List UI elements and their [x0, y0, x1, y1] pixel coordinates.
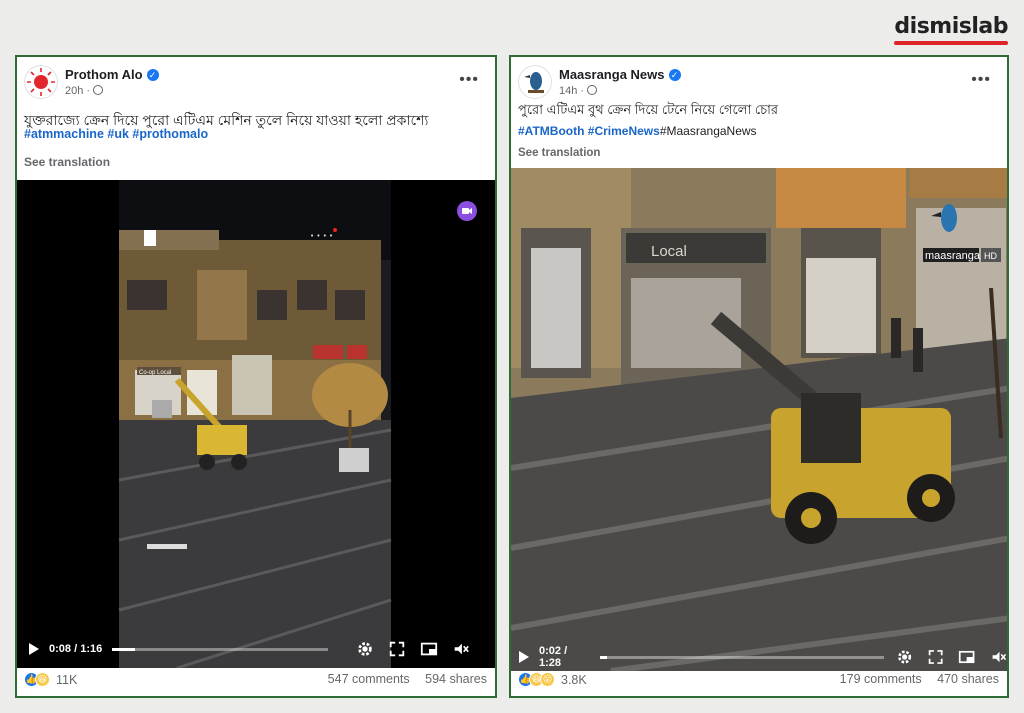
video-camera-icon	[462, 208, 472, 214]
video-player[interactable]: Local maasranga HD 0:02 / 1:28	[511, 168, 1007, 671]
reactions-summary[interactable]: 👍 😆 😮 3.8K	[518, 672, 587, 687]
post-stats: 179 comments 470 shares	[828, 672, 999, 686]
watermark-text: maasranga	[925, 250, 981, 262]
globe-icon	[93, 85, 104, 95]
hashtag-link[interactable]: #uk	[107, 127, 129, 141]
store-sign: Local	[651, 243, 687, 260]
page-name[interactable]: Prothom Alo ✓	[65, 67, 159, 82]
reactions-summary[interactable]: 👍 😆 11K	[24, 672, 77, 687]
shares-count[interactable]: 470 shares	[937, 672, 999, 686]
video-progress-bar[interactable]	[112, 647, 329, 651]
play-icon[interactable]	[29, 643, 39, 655]
store-sign: Co-op Local	[139, 370, 171, 376]
watermark-badge: HD	[984, 251, 997, 261]
post-time[interactable]: 20h ·	[65, 85, 104, 97]
maasranga-avatar[interactable]	[518, 65, 552, 99]
haha-icon: 😆	[35, 672, 50, 687]
verified-icon: ✓	[146, 69, 159, 81]
settings-icon[interactable]	[356, 640, 374, 658]
brand-underline	[894, 41, 1008, 45]
wow-icon: 😮	[540, 672, 555, 687]
see-translation-link[interactable]: See translation	[24, 155, 110, 169]
video-progress-fill	[600, 655, 607, 659]
svg-text:• • • •: • • • •	[310, 232, 333, 240]
mute-icon[interactable]	[452, 640, 470, 658]
comments-count[interactable]: 179 comments	[840, 672, 922, 686]
hashtags: #atmmachine #uk #prothomalo	[24, 127, 208, 141]
globe-icon	[587, 85, 598, 95]
see-translation-link[interactable]: See translation	[518, 147, 600, 159]
shares-count[interactable]: 594 shares	[425, 672, 487, 686]
hashtags: #ATMBooth #CrimeNews#MaasrangaNews	[518, 124, 757, 138]
post-time[interactable]: 14h ·	[559, 85, 598, 97]
pip-icon[interactable]	[420, 640, 438, 658]
prothom-alo-avatar[interactable]	[24, 65, 58, 99]
reactions-count: 3.8K	[561, 672, 587, 687]
video-controls: 0:08 / 1:16	[17, 634, 495, 664]
post-header: Prothom Alo ✓ 20h · •••	[17, 57, 495, 107]
hashtag-link[interactable]: #atmmachine	[24, 127, 104, 141]
post-header: Maasranga News ✓ 14h · •••	[511, 57, 1007, 107]
hashtag-link[interactable]: #CrimeNews	[588, 124, 660, 138]
more-icon[interactable]: •••	[971, 71, 991, 89]
play-icon[interactable]	[519, 651, 529, 663]
video-camera-badge[interactable]	[457, 201, 477, 221]
post-maasranga-news: Maasranga News ✓ 14h · ••• পুরো এটিএম বুথ…	[509, 55, 1009, 698]
post-caption: পুরো এটিএম বুথ ক্রেন দিয়ে টেনে নিয়ে গে…	[518, 102, 779, 117]
more-icon[interactable]: •••	[459, 71, 479, 89]
video-frame: Co-op Local • • • •	[118, 180, 392, 668]
hashtag-link[interactable]: #prothomalo	[132, 127, 208, 141]
video-progress-fill	[112, 647, 135, 651]
video-progress-bar[interactable]	[600, 655, 884, 659]
video-time: 0:08 / 1:16	[49, 643, 103, 655]
comments-count[interactable]: 547 comments	[328, 672, 410, 686]
post-footer: 👍 😆 😮 3.8K 179 comments 470 shares	[511, 664, 1007, 696]
video-player[interactable]: Co-op Local • • • • 0:08 / 1:16	[17, 180, 495, 668]
post-prothom-alo: Prothom Alo ✓ 20h · ••• যুক্তরাজ্যে ক্রেন…	[15, 55, 497, 698]
post-footer: 👍 😆 11K 547 comments 594 shares	[17, 664, 495, 696]
video-frame: Local maasranga HD	[511, 168, 1007, 671]
dismislab-logo: dismislab	[894, 14, 1008, 45]
verified-icon: ✓	[668, 69, 681, 81]
post-stats: 547 comments 594 shares	[316, 672, 487, 686]
reactions-count: 11K	[56, 672, 78, 687]
hashtag-link[interactable]: #ATMBooth	[518, 124, 584, 138]
hashtag-plain[interactable]: #MaasrangaNews	[660, 124, 757, 138]
page-name[interactable]: Maasranga News ✓	[559, 67, 681, 82]
fullscreen-icon[interactable]	[388, 640, 406, 658]
brand-text: dismislab	[894, 14, 1008, 39]
